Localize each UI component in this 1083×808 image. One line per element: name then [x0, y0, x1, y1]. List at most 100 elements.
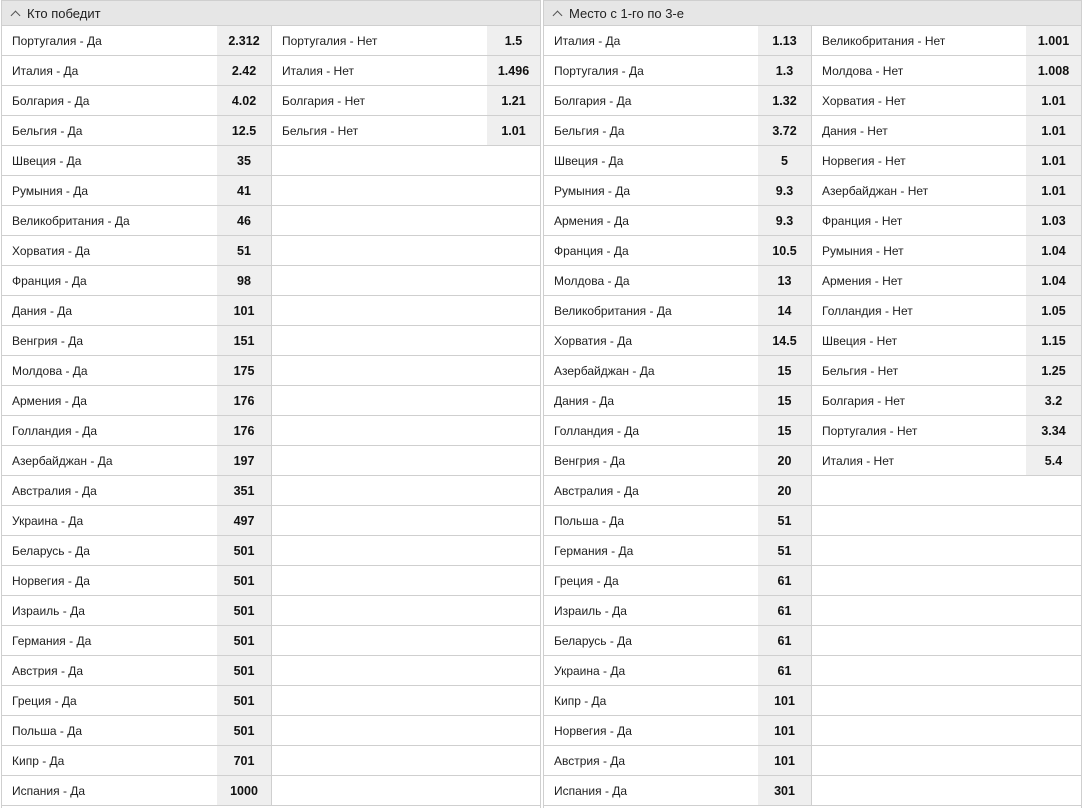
odds-button[interactable]: 1.32	[758, 86, 811, 115]
outcome-label[interactable]: Швеция - Нет	[812, 326, 1026, 355]
outcome-label[interactable]: Норвегия - Да	[2, 566, 217, 595]
outcome-label[interactable]: Португалия - Нет	[272, 26, 487, 55]
odds-button[interactable]: 1.04	[1026, 236, 1081, 265]
odds-button[interactable]: 1.13	[758, 26, 811, 55]
outcome-label[interactable]: Бельгия - Да	[2, 116, 217, 145]
outcome-label[interactable]: Португалия - Да	[2, 26, 217, 55]
odds-button[interactable]: 1.5	[487, 26, 540, 55]
outcome-label[interactable]: Норвегия - Нет	[812, 146, 1026, 175]
odds-button[interactable]: 501	[217, 596, 271, 625]
outcome-label[interactable]: Голландия - Да	[544, 416, 758, 445]
outcome-label[interactable]: Польша - Да	[2, 716, 217, 745]
odds-button[interactable]: 1.15	[1026, 326, 1081, 355]
odds-button[interactable]: 501	[217, 566, 271, 595]
outcome-label[interactable]: Италия - Нет	[272, 56, 487, 85]
outcome-label[interactable]: Дания - Да	[544, 386, 758, 415]
odds-button[interactable]: 51	[217, 236, 271, 265]
odds-button[interactable]: 1.04	[1026, 266, 1081, 295]
outcome-label[interactable]: Португалия - Да	[544, 56, 758, 85]
outcome-label[interactable]: Кипр - Да	[544, 686, 758, 715]
outcome-label[interactable]: Италия - Нет	[812, 446, 1026, 475]
odds-button[interactable]: 101	[758, 686, 811, 715]
odds-button[interactable]: 2.312	[217, 26, 271, 55]
outcome-label[interactable]: Австрия - Да	[544, 746, 758, 775]
odds-button[interactable]: 1.25	[1026, 356, 1081, 385]
outcome-label[interactable]: Армения - Да	[544, 206, 758, 235]
odds-button[interactable]: 1.008	[1026, 56, 1081, 85]
odds-button[interactable]: 176	[217, 386, 271, 415]
chevron-up-icon[interactable]	[10, 10, 21, 20]
outcome-label[interactable]: Бельгия - Да	[544, 116, 758, 145]
outcome-label[interactable]: Швеция - Да	[2, 146, 217, 175]
outcome-label[interactable]: Германия - Да	[2, 626, 217, 655]
odds-button[interactable]: 20	[758, 446, 811, 475]
outcome-label[interactable]: Азербайджан - Да	[544, 356, 758, 385]
odds-button[interactable]: 1000	[217, 776, 271, 805]
outcome-label[interactable]: Великобритания - Да	[544, 296, 758, 325]
odds-button[interactable]: 13	[758, 266, 811, 295]
outcome-label[interactable]: Болгария - Да	[2, 86, 217, 115]
outcome-label[interactable]: Румыния - Нет	[812, 236, 1026, 265]
odds-button[interactable]: 10.5	[758, 236, 811, 265]
odds-button[interactable]: 14	[758, 296, 811, 325]
odds-button[interactable]: 501	[217, 716, 271, 745]
odds-button[interactable]: 41	[217, 176, 271, 205]
odds-button[interactable]: 61	[758, 596, 811, 625]
odds-button[interactable]: 1.3	[758, 56, 811, 85]
outcome-label[interactable]: Польша - Да	[544, 506, 758, 535]
outcome-label[interactable]: Кипр - Да	[2, 746, 217, 775]
outcome-label[interactable]: Франция - Нет	[812, 206, 1026, 235]
odds-button[interactable]: 5.4	[1026, 446, 1081, 475]
outcome-label[interactable]: Молдова - Да	[2, 356, 217, 385]
odds-button[interactable]: 501	[217, 536, 271, 565]
odds-button[interactable]: 1.01	[1026, 86, 1081, 115]
outcome-label[interactable]: Украина - Да	[544, 656, 758, 685]
odds-button[interactable]: 3.2	[1026, 386, 1081, 415]
outcome-label[interactable]: Болгария - Нет	[812, 386, 1026, 415]
odds-button[interactable]: 15	[758, 386, 811, 415]
outcome-label[interactable]: Испания - Да	[2, 776, 217, 805]
odds-button[interactable]: 51	[758, 506, 811, 535]
outcome-label[interactable]: Греция - Да	[2, 686, 217, 715]
odds-button[interactable]: 61	[758, 626, 811, 655]
odds-button[interactable]: 1.01	[1026, 146, 1081, 175]
odds-button[interactable]: 351	[217, 476, 271, 505]
odds-button[interactable]: 61	[758, 656, 811, 685]
odds-button[interactable]: 4.02	[217, 86, 271, 115]
odds-button[interactable]: 1.496	[487, 56, 540, 85]
odds-button[interactable]: 501	[217, 626, 271, 655]
odds-button[interactable]: 12.5	[217, 116, 271, 145]
odds-button[interactable]: 51	[758, 536, 811, 565]
odds-button[interactable]: 35	[217, 146, 271, 175]
outcome-label[interactable]: Израиль - Да	[544, 596, 758, 625]
outcome-label[interactable]: Украина - Да	[2, 506, 217, 535]
odds-button[interactable]: 15	[758, 416, 811, 445]
odds-button[interactable]: 501	[217, 686, 271, 715]
outcome-label[interactable]: Норвегия - Да	[544, 716, 758, 745]
odds-button[interactable]: 9.3	[758, 176, 811, 205]
odds-button[interactable]: 1.01	[487, 116, 540, 145]
odds-button[interactable]: 14.5	[758, 326, 811, 355]
outcome-label[interactable]: Испания - Да	[544, 776, 758, 805]
odds-button[interactable]: 1.03	[1026, 206, 1081, 235]
odds-button[interactable]: 1.21	[487, 86, 540, 115]
outcome-label[interactable]: Румыния - Да	[544, 176, 758, 205]
outcome-label[interactable]: Греция - Да	[544, 566, 758, 595]
outcome-label[interactable]: Бельгия - Нет	[812, 356, 1026, 385]
odds-button[interactable]: 101	[217, 296, 271, 325]
outcome-label[interactable]: Дания - Нет	[812, 116, 1026, 145]
odds-button[interactable]: 3.34	[1026, 416, 1081, 445]
odds-button[interactable]: 1.05	[1026, 296, 1081, 325]
outcome-label[interactable]: Швеция - Да	[544, 146, 758, 175]
outcome-label[interactable]: Армения - Да	[2, 386, 217, 415]
outcome-label[interactable]: Венгрия - Да	[544, 446, 758, 475]
outcome-label[interactable]: Армения - Нет	[812, 266, 1026, 295]
odds-button[interactable]: 197	[217, 446, 271, 475]
outcome-label[interactable]: Болгария - Нет	[272, 86, 487, 115]
outcome-label[interactable]: Германия - Да	[544, 536, 758, 565]
odds-button[interactable]: 98	[217, 266, 271, 295]
outcome-label[interactable]: Израиль - Да	[2, 596, 217, 625]
outcome-label[interactable]: Азербайджан - Нет	[812, 176, 1026, 205]
odds-button[interactable]: 20	[758, 476, 811, 505]
outcome-label[interactable]: Азербайджан - Да	[2, 446, 217, 475]
